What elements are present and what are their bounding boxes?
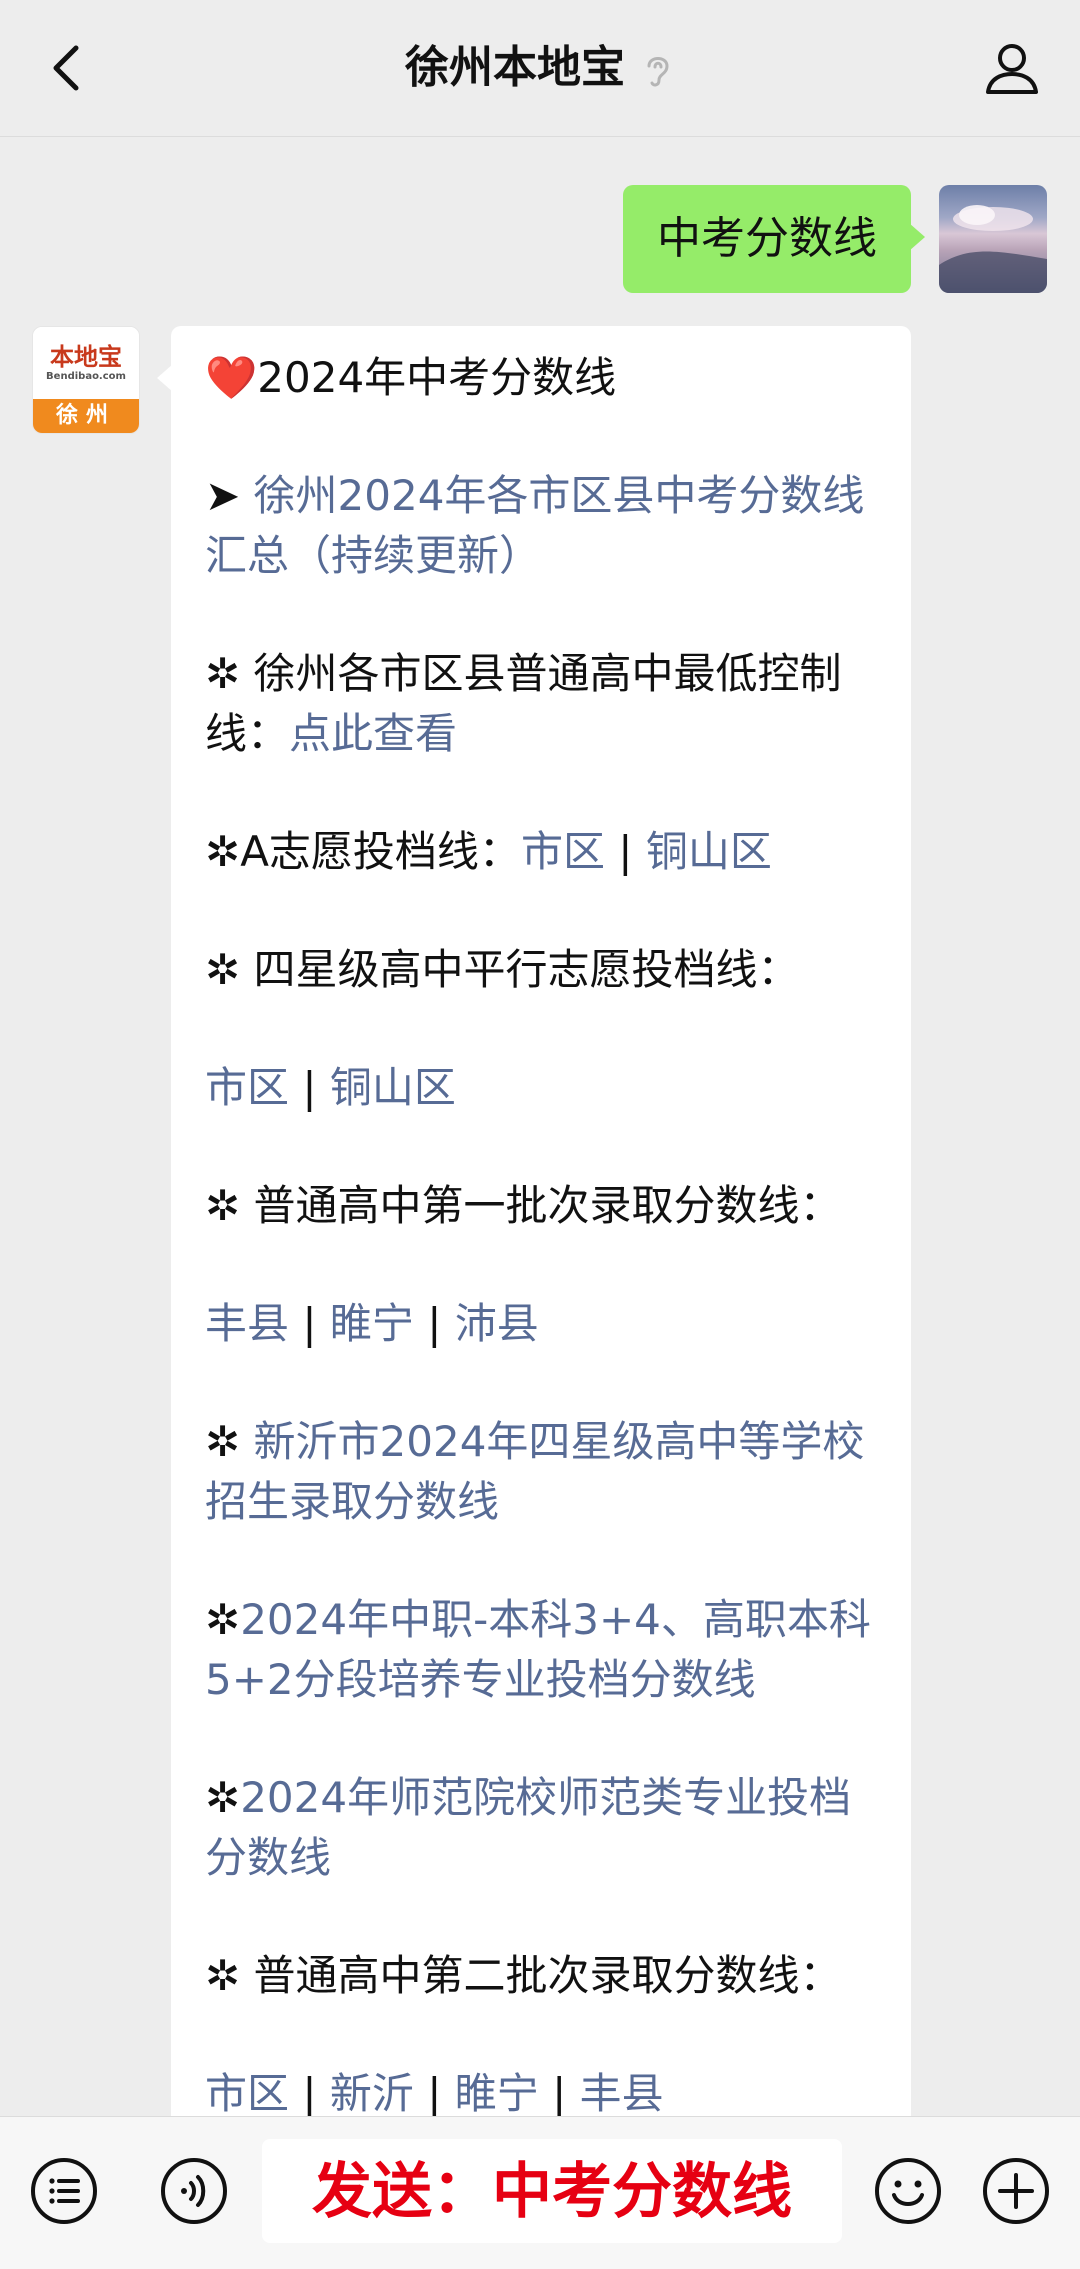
avatar-logo-text: 本地宝 — [50, 342, 122, 371]
reply-paragraph-9: ✲2024年中职-本科3+4、高职本科5+2分段培养专业投档分数线 — [205, 1590, 877, 1710]
reply-paragraph-8: ✲ 新沂市2024年四星级高中等学校招生录取分数线 — [205, 1412, 877, 1532]
reply-paragraph-3: ✲A志愿投档线：市区 | 铜山区 — [205, 822, 877, 882]
voice-icon — [161, 2158, 227, 2224]
arrow-icon: ➤ — [205, 471, 254, 520]
link-second-suining[interactable]: 睢宁 — [455, 2069, 539, 2118]
link-four-star-urban[interactable]: 市区 — [205, 1063, 289, 1112]
input-toolbar: 发送：中考分数线 — [0, 2116, 1080, 2269]
bot-avatar[interactable]: 本地宝 Bendibao.com 徐州 — [32, 326, 140, 434]
reply-heading-text: 2024年中考分数线 — [257, 353, 617, 402]
separator: | — [413, 1299, 455, 1348]
star-bullet: ✲ — [205, 1773, 241, 1822]
link-second-urban[interactable]: 市区 — [205, 2069, 289, 2118]
link-four-star-tongshan[interactable]: 铜山区 — [330, 1063, 456, 1112]
reply-heading: ❤️2024年中考分数线 — [205, 348, 877, 408]
link-second-xinyi[interactable]: 新沂 — [330, 2069, 414, 2118]
link-second-fengxian[interactable]: 丰县 — [580, 2069, 664, 2118]
more-button[interactable] — [980, 2155, 1052, 2227]
ear-icon — [641, 50, 675, 90]
link-a-urban[interactable]: 市区 — [521, 827, 605, 876]
emoji-button[interactable] — [872, 2155, 944, 2227]
chat-title-text: 徐州本地宝 — [405, 42, 625, 93]
star-bullet: ✲ — [205, 1595, 241, 1644]
reply-paragraph-4: ✲ 四星级高中平行志愿投档线： — [205, 945, 800, 994]
reply-paragraph-5: 市区 | 铜山区 — [205, 1058, 877, 1118]
user-message-text: 中考分数线 — [657, 213, 877, 264]
voice-button[interactable] — [158, 2155, 230, 2227]
link-xinyi-four-star[interactable]: 新沂市2024年四星级高中等学校招生录取分数线 — [205, 1417, 864, 1526]
reply-paragraph-11: ✲ 普通高中第二批次录取分数线： — [205, 1951, 842, 2000]
separator: | — [604, 827, 646, 876]
link-view-here[interactable]: 点此查看 — [289, 709, 457, 758]
link-normal-school[interactable]: 2024年师范院校师范类专业投档分数线 — [205, 1773, 851, 1882]
link-suining[interactable]: 睢宁 — [330, 1299, 414, 1348]
reply-paragraph-6: ✲ 普通高中第一批次录取分数线： — [205, 1181, 842, 1230]
smile-icon — [875, 2158, 941, 2224]
chat-title: 徐州本地宝 — [0, 40, 1080, 96]
reply-paragraph-2: ✲ 徐州各市区县普通高中最低控制线：点此查看 — [205, 644, 877, 764]
avatar-logo-area: 本地宝 Bendibao.com — [33, 327, 139, 401]
message-input[interactable]: 发送：中考分数线 — [262, 2139, 842, 2243]
separator: | — [413, 2069, 455, 2118]
separator: | — [538, 2069, 580, 2118]
heart-icon: ❤️ — [205, 353, 258, 402]
message-input-text: 发送：中考分数线 — [312, 2157, 792, 2227]
star-bullet: ✲ — [205, 1417, 254, 1466]
separator: | — [289, 2069, 330, 2118]
avatar-city-label: 徐州 — [33, 399, 139, 433]
link-score-summary[interactable]: 徐州2024年各市区县中考分数线汇总（持续更新） — [205, 471, 864, 580]
top-navigation-bar: 徐州本地宝 — [0, 0, 1080, 137]
reply-paragraph-12: 市区 | 新沂 | 睢宁 | 丰县 — [205, 2064, 877, 2124]
link-fengxian[interactable]: 丰县 — [205, 1299, 289, 1348]
plus-icon — [983, 2158, 1049, 2224]
bot-message-bubble: ❤️2024年中考分数线 ➤ 徐州2024年各市区县中考分数线汇总（持续更新） … — [157, 326, 911, 2126]
link-vocational-3-4[interactable]: 2024年中职-本科3+4、高职本科5+2分段培养专业投档分数线 — [205, 1595, 871, 1704]
paragraph-text: ✲A志愿投档线： — [205, 827, 521, 876]
link-a-tongshan[interactable]: 铜山区 — [646, 827, 772, 876]
list-menu-icon — [31, 2158, 97, 2224]
separator: | — [289, 1299, 330, 1348]
separator: | — [289, 1063, 330, 1112]
reply-paragraph-10: ✲2024年师范院校师范类专业投档分数线 — [205, 1768, 877, 1888]
user-message-bubble[interactable]: 中考分数线 — [623, 185, 925, 293]
person-icon — [986, 44, 1038, 94]
sky-photo — [939, 205, 1047, 293]
user-avatar[interactable] — [939, 185, 1047, 293]
profile-button[interactable] — [980, 36, 1044, 100]
avatar-logo-subtitle: Bendibao.com — [46, 371, 126, 382]
link-peixian[interactable]: 沛县 — [455, 1299, 539, 1348]
reply-paragraph-1: ➤ 徐州2024年各市区县中考分数线汇总（持续更新） — [205, 466, 877, 586]
menu-button[interactable] — [28, 2155, 100, 2227]
reply-paragraph-7: 丰县 | 睢宁 | 沛县 — [205, 1294, 877, 1354]
